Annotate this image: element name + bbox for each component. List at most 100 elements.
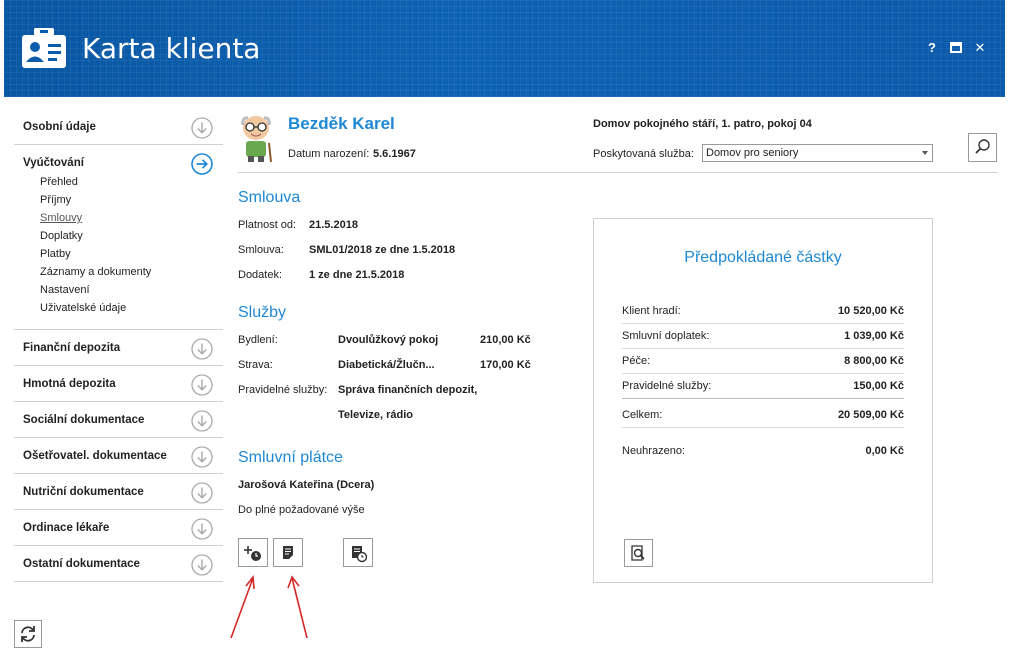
sidebar-section-doctor[interactable]: Ordinace lékaře xyxy=(14,510,223,546)
sidebar-section-label: Hmotná depozita xyxy=(23,378,116,390)
sidebar-section-label: Ordinace lékaře xyxy=(23,522,110,534)
food-value: Diabetická/Žlučn... xyxy=(338,359,435,371)
sidebar-section-label: Finanční depozita xyxy=(23,342,121,354)
sidebar-item-surcharges[interactable]: Doplatky xyxy=(40,227,223,245)
estimate-total-row: Celkem: 20 509,00 Kč xyxy=(622,403,904,428)
estimate-row-value: 8 800,00 Kč xyxy=(844,355,904,367)
valid-from-value: 21.5.2018 xyxy=(309,219,358,231)
sidebar-section-billing[interactable]: Vyúčtování Přehled Příjmy Smlouvy Doplat… xyxy=(14,145,223,330)
estimate-row: Péče: 8 800,00 Kč xyxy=(622,349,904,374)
contract-detail-button[interactable] xyxy=(273,538,303,567)
sidebar-section-nursing-docs[interactable]: Ošetřovatel. dokumentace xyxy=(14,438,223,474)
sidebar-section-other-docs[interactable]: Ostatní dokumentace xyxy=(14,546,223,582)
estimate-row-value: 10 520,00 Kč xyxy=(837,305,904,317)
food-price: 170,00 Kč xyxy=(480,359,531,371)
estimate-row-value: 0,00 Kč xyxy=(865,445,904,457)
estimate-panel-title: Předpokládané částky xyxy=(684,249,842,266)
sidebar-section-personal[interactable]: Osobní údaje xyxy=(14,109,223,145)
food-label: Strava: xyxy=(238,359,273,371)
contract-history-button[interactable] xyxy=(343,538,373,567)
arrow-right-circle-icon[interactable] xyxy=(191,153,213,175)
arrow-down-circle-icon[interactable] xyxy=(191,518,213,540)
id-card-icon xyxy=(22,28,66,68)
refresh-button[interactable] xyxy=(14,620,42,648)
maximize-button[interactable] xyxy=(948,40,964,56)
estimate-row: Smluvní doplatek: 1 039,00 Kč xyxy=(622,324,904,349)
arrow-down-circle-icon[interactable] xyxy=(191,117,213,139)
sidebar-item-payments[interactable]: Platby xyxy=(40,245,223,263)
sidebar-submenu: Přehled Příjmy Smlouvy Doplatky Platby Z… xyxy=(14,173,223,329)
birth-date-label: Datum narození: xyxy=(288,148,370,160)
estimate-row: Klient hradí: 10 520,00 Kč xyxy=(622,299,904,324)
arrow-down-circle-icon[interactable] xyxy=(191,374,213,396)
arrow-down-circle-icon[interactable] xyxy=(191,554,213,576)
sidebar-section-label: Ošetřovatel. dokumentace xyxy=(23,450,167,462)
add-contract-button[interactable] xyxy=(238,538,268,567)
estimate-row-label: Péče: xyxy=(622,355,651,367)
refresh-icon xyxy=(21,626,35,642)
estimate-row-label: Pravidelné služby: xyxy=(622,380,712,392)
annotation-arrows xyxy=(230,574,308,639)
sidebar-section-label: Sociální dokumentace xyxy=(23,414,145,426)
addendum-value: 1 ze dne 21.5.2018 xyxy=(309,269,405,281)
sidebar-item-income[interactable]: Příjmy xyxy=(40,191,223,209)
title-bar: Karta klienta ? ✕ xyxy=(4,0,1005,97)
document-clock-icon xyxy=(352,546,368,563)
valid-from-label: Platnost od: xyxy=(238,219,297,231)
client-name: Bezděk Karel xyxy=(288,114,395,133)
sidebar-section-label: Nutriční dokumentace xyxy=(23,486,144,498)
sidebar-item-contracts[interactable]: Smlouvy xyxy=(40,209,223,227)
estimate-preview-button[interactable] xyxy=(624,539,653,567)
service-dropdown[interactable]: Domov pro seniory xyxy=(702,144,933,162)
regular-services-value: Správa finančních depozit, xyxy=(338,384,478,396)
red-arrow-icon xyxy=(287,575,308,639)
facility-info: Domov pokojného stáří, 1. patro, pokoj 0… xyxy=(593,118,812,130)
housing-price: 210,00 Kč xyxy=(480,334,531,346)
close-button[interactable]: ✕ xyxy=(972,40,988,56)
estimate-row-value: 20 509,00 Kč xyxy=(837,409,904,421)
sidebar-item-records[interactable]: Záznamy a dokumenty xyxy=(40,263,223,281)
regular-services-value-2: Televize, rádio xyxy=(338,409,413,421)
estimate-row-label: Celkem: xyxy=(622,409,663,421)
estimate-row-value: 150,00 Kč xyxy=(853,380,904,392)
estimate-row-label: Neuhrazeno: xyxy=(622,445,685,457)
document-icon xyxy=(283,546,293,559)
regular-services-label: Pravidelné služby: xyxy=(238,384,328,396)
arrow-down-circle-icon[interactable] xyxy=(191,410,213,432)
sidebar-section-nutrition-docs[interactable]: Nutriční dokumentace xyxy=(14,474,223,510)
birth-date-value: 5.6.1967 xyxy=(373,148,416,160)
sidebar-item-user-data[interactable]: Uživatelské údaje xyxy=(40,299,223,317)
services-section-title: Služby xyxy=(238,304,287,321)
contract-label: Smlouva: xyxy=(238,244,284,256)
contract-value: SML01/2018 ze dne 1.5.2018 xyxy=(309,244,456,256)
arrow-down-circle-icon[interactable] xyxy=(191,446,213,468)
estimate-unpaid-row: Neuhrazeno: 0,00 Kč xyxy=(622,439,904,464)
add-clock-icon xyxy=(244,546,261,561)
arrow-down-circle-icon[interactable] xyxy=(191,482,213,504)
avatar xyxy=(241,116,272,163)
search-button[interactable] xyxy=(968,133,997,162)
service-label: Poskytovaná služba: xyxy=(593,148,694,160)
service-dropdown-value: Domov pro seniory xyxy=(706,147,799,159)
estimate-panel: Předpokládané částky Klient hradí: 10 52… xyxy=(593,218,933,583)
sidebar-item-settings[interactable]: Nastavení xyxy=(40,281,223,299)
sidebar-section-label: Ostatní dokumentace xyxy=(23,558,140,570)
housing-label: Bydlení: xyxy=(238,334,278,346)
red-arrow-icon xyxy=(230,574,255,639)
chevron-down-icon xyxy=(922,151,928,155)
payer-name: Jarošová Kateřina (Dcera) xyxy=(238,479,375,491)
addendum-label: Dodatek: xyxy=(238,269,283,281)
arrow-down-circle-icon[interactable] xyxy=(191,338,213,360)
sidebar-section-financial-deposits[interactable]: Finanční depozita xyxy=(14,330,223,366)
window-title: Karta klienta xyxy=(82,32,261,65)
payer-section-title: Smluvní plátce xyxy=(238,449,343,466)
housing-value: Dvoulůžkový pokoj xyxy=(338,334,439,346)
help-button[interactable]: ? xyxy=(924,40,940,56)
estimate-row-value: 1 039,00 Kč xyxy=(844,330,904,342)
estimate-row-label: Smluvní doplatek: xyxy=(622,330,710,342)
sidebar-section-material-deposits[interactable]: Hmotná depozita xyxy=(14,366,223,402)
sidebar: Osobní údaje Vyúčtování Přehled Příjmy S… xyxy=(14,109,223,582)
header-divider xyxy=(238,172,998,173)
document-search-icon xyxy=(631,545,645,561)
sidebar-section-social-docs[interactable]: Sociální dokumentace xyxy=(14,402,223,438)
